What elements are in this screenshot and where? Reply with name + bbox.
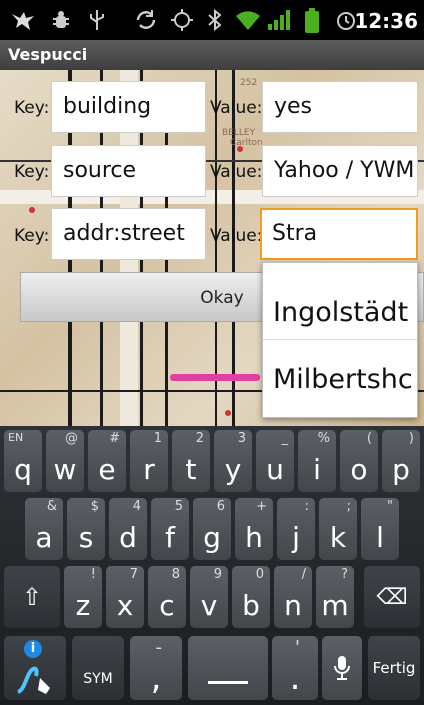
space-bar-icon — [208, 681, 248, 684]
key-t[interactable]: 2t — [172, 430, 210, 492]
gps-icon — [170, 8, 194, 37]
sym-key[interactable]: SYM — [72, 636, 124, 700]
key-j[interactable]: :j — [277, 498, 315, 560]
microphone-key[interactable] — [322, 636, 362, 700]
key-n[interactable]: / n — [274, 566, 312, 628]
key-h[interactable]: + h — [235, 498, 273, 560]
usb-icon — [86, 8, 108, 37]
key-field-source[interactable]: source — [51, 145, 206, 197]
key-u[interactable]: _ u — [256, 430, 294, 492]
handwriting-icon — [17, 666, 50, 694]
done-key[interactable]: Fertig — [368, 636, 420, 700]
sync-icon — [134, 8, 158, 37]
key-g[interactable]: 6g — [193, 498, 231, 560]
period-key[interactable]: '. — [272, 636, 318, 700]
key-f[interactable]: 5f — [151, 498, 189, 560]
key-p[interactable]: ) p — [382, 430, 420, 492]
settings-key[interactable]: i — [4, 636, 66, 700]
soft-keyboard: EN q @ w # e 1r 2t 3y _ u % i (o ) p & a $ s 4d … — [0, 426, 424, 705]
key-k[interactable]: ; k — [319, 498, 357, 560]
key-a[interactable]: & a — [25, 498, 63, 560]
key-v[interactable]: 9v — [190, 566, 228, 628]
key-l[interactable]: " l — [361, 498, 399, 560]
key-label: Key: — [14, 98, 50, 118]
app-title: Vespucci — [0, 40, 424, 70]
info-icon: i — [24, 640, 42, 658]
value-label: Value: — [210, 226, 263, 246]
shift-icon: ⇧ — [21, 583, 43, 611]
key-y[interactable]: 3y — [214, 430, 252, 492]
suggestion-item[interactable]: Milbertshc — [263, 340, 417, 417]
key-m[interactable]: ? m — [316, 566, 354, 628]
map-label: BELLEY — [222, 128, 256, 138]
value-field-building[interactable]: yes — [262, 81, 418, 133]
key-label: Key: — [14, 226, 50, 246]
value-field-addr-street[interactable]: Stra — [260, 208, 418, 260]
key-field-addr-street[interactable]: addr:street — [51, 208, 206, 260]
key-s[interactable]: $ s — [67, 498, 105, 560]
key-x[interactable]: 7x — [106, 566, 144, 628]
wifi-icon — [234, 8, 262, 37]
key-b[interactable]: 0b — [232, 566, 270, 628]
key-d[interactable]: 4d — [109, 498, 147, 560]
signal-icon — [266, 8, 292, 37]
key-i[interactable]: % i — [298, 430, 336, 492]
map-label: 252 — [240, 78, 258, 88]
key-label: Key: — [14, 162, 50, 182]
key-q[interactable]: EN q — [4, 430, 42, 492]
clock: 12:36 — [354, 9, 418, 33]
battery-icon — [304, 8, 320, 39]
value-field-source[interactable]: Yahoo / YWM — [262, 145, 418, 197]
value-label: Value: — [210, 162, 263, 182]
key-z[interactable]: ! z — [64, 566, 102, 628]
suggestion-item[interactable]: Ingolstädt — [263, 263, 417, 340]
space-key[interactable] — [188, 636, 268, 700]
key-field-building[interactable]: building — [51, 81, 206, 133]
key-c[interactable]: 8c — [148, 566, 186, 628]
bird-icon — [10, 8, 36, 37]
status-bar: 12:36 — [0, 0, 424, 40]
delete-key[interactable]: ⌫ — [364, 566, 420, 628]
value-label: Value: — [210, 98, 263, 118]
key-w[interactable]: @ w — [46, 430, 84, 492]
bluetooth-icon — [206, 8, 224, 37]
map-label: Carlton — [230, 138, 263, 148]
shift-key[interactable]: ⇧ — [4, 566, 60, 628]
key-o[interactable]: (o — [340, 430, 378, 492]
key-r[interactable]: 1r — [130, 430, 168, 492]
comma-key[interactable]: -, — [130, 636, 182, 700]
microphone-icon — [334, 656, 350, 680]
autocomplete-dropdown: Ingolstädt Milbertshc — [262, 262, 418, 418]
key-e[interactable]: # e — [88, 430, 126, 492]
backspace-icon: ⌫ — [376, 584, 408, 610]
debug-icon — [50, 8, 72, 37]
